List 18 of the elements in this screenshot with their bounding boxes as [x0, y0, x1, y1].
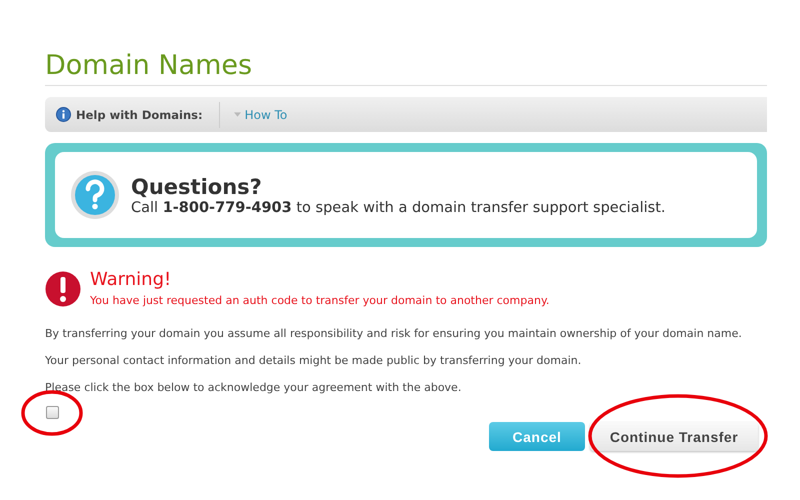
page-title: Domain Names: [45, 0, 767, 86]
warning-heading: Warning!: [90, 269, 172, 291]
how-to-link[interactable]: How To: [244, 108, 288, 122]
annotation-ellipse: [21, 390, 83, 436]
warning-text: You have just requested an auth code to transfer your domain to another company.: [90, 294, 550, 307]
continue-transfer-button[interactable]: Continue Transfer: [590, 422, 758, 451]
exclamation-icon: [45, 271, 81, 307]
agreement-paragraph: Your personal contact information and details might be made public by transferring your domain.: [45, 353, 582, 368]
help-label: Help with Domains:: [76, 108, 203, 122]
question-icon: [70, 170, 120, 220]
info-icon: [56, 107, 71, 122]
agreement-paragraph: Please click the box below to acknowledge your agreement with the above.: [45, 380, 462, 395]
caret-icon: [234, 112, 241, 117]
agreement-paragraph: By transferring your domain you assume all responsibility and risk for ensuring you maintain ownership of your domain name.: [45, 326, 743, 341]
cancel-button[interactable]: Cancel: [489, 422, 585, 451]
questions-heading: Questions?: [131, 174, 263, 200]
support-text: Call 1-800-779-4903 to speak with a domain transfer support specialist.: [131, 200, 666, 216]
agreement-checkbox[interactable]: [46, 406, 59, 419]
